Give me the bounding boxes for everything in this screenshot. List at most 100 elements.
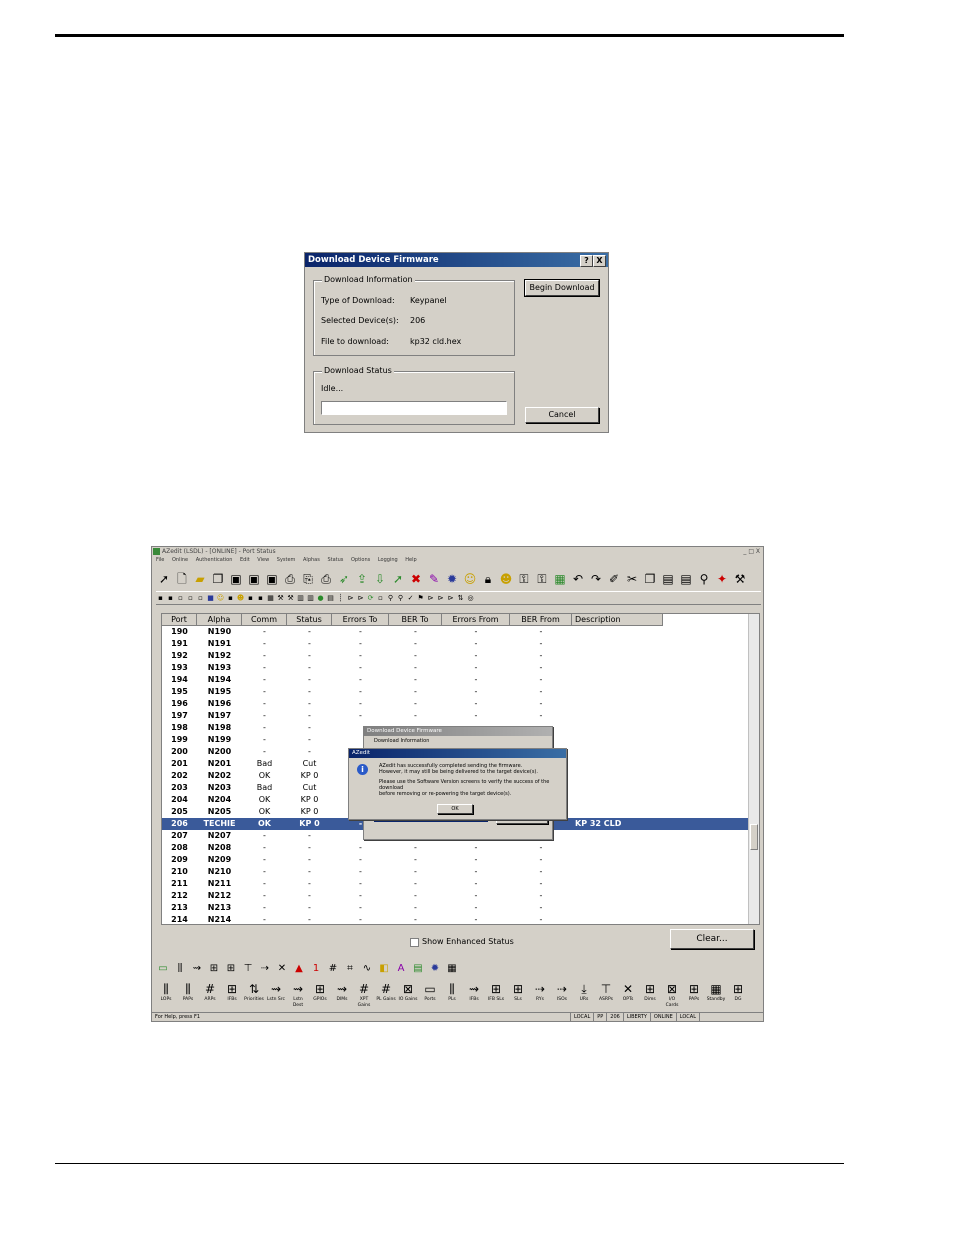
list-icon[interactable]: ▤ [326,594,335,603]
menu-system[interactable]: System [277,557,296,563]
doc-icon[interactable]: ▫ [176,594,185,603]
table-row[interactable]: 197 N197 - - - - - - [162,710,748,722]
hash-icon[interactable]: # [326,962,340,976]
table-row[interactable]: 191 N191 - - - - - - [162,638,748,650]
table-row[interactable]: 209 N209 - - - - - - [162,854,748,866]
unlock-small-icon[interactable]: ▪ [256,594,265,603]
paste-icon[interactable]: ▤ [660,571,676,587]
col-errors-from[interactable]: Errors From [442,614,510,626]
level-icon[interactable]: ⫼ [173,962,187,976]
menu-status[interactable]: Status [327,557,343,563]
nav-item[interactable]: ⇢ RYs [530,981,550,1013]
filter4-icon[interactable]: ⊳ [436,594,445,603]
lock-small-icon[interactable]: ▪ [226,594,235,603]
nav-item[interactable]: ⤓ URs [574,981,594,1013]
undo-icon[interactable]: ↶ [570,571,586,587]
view-icon[interactable]: ▫ [376,594,385,603]
find-icon[interactable]: ⚲ [696,571,712,587]
smiley-icon[interactable]: ☺ [462,571,478,587]
edit-icon[interactable]: ✎ [426,571,442,587]
menu-file[interactable]: File [156,557,164,563]
col-description[interactable]: Description [572,614,663,626]
split-icon[interactable]: ✕ [275,962,289,976]
font-icon[interactable]: A [394,962,408,976]
clear-button[interactable]: Clear... [670,929,754,949]
nav-item[interactable]: ⊞ GPIOs [310,981,330,1013]
vertical-scrollbar[interactable] [748,614,759,924]
align2-icon[interactable]: ▥ [306,594,315,603]
new-file-icon[interactable]: 🗋 [174,571,190,587]
refresh-icon[interactable]: ⟳ [366,594,375,603]
nav-item[interactable]: ⫼ PAPs [178,981,198,1013]
port-status-grid[interactable]: Port Alpha Comm Status Errors To BER To … [161,613,760,925]
nav-item[interactable]: ⇝ DIMs [332,981,352,1013]
lock2-small-icon[interactable]: ▪ [246,594,255,603]
menu-logging[interactable]: Logging [378,557,398,563]
nav-item[interactable]: ⊠ I/O Cards [662,981,682,1013]
filter2-icon[interactable]: ⊳ [356,594,365,603]
save-as-icon[interactable]: ▣ [264,571,280,587]
paste-special-icon[interactable]: ▤ [678,571,694,587]
settings-gear-icon[interactable]: ✹ [444,571,460,587]
grid-small-icon[interactable]: ▦ [266,594,275,603]
col-ber-to[interactable]: BER To [389,614,442,626]
pencil-icon[interactable]: ✐ [606,571,622,587]
info-circle-icon[interactable]: ◎ [466,594,475,603]
help-pointer-icon[interactable]: ➚ [156,571,172,587]
tools-icon[interactable]: ⚒ [732,571,748,587]
filter-icon[interactable]: ⊳ [346,594,355,603]
save-small-icon[interactable]: ▪ [156,594,165,603]
col-comm[interactable]: Comm [242,614,287,626]
table-row[interactable]: 210 N210 - - - - - - [162,866,748,878]
upload-icon[interactable]: ⇪ [354,571,370,587]
tools2-small-icon[interactable]: ⚒ [286,594,295,603]
nav-item[interactable]: ⫼ LOPs [156,981,176,1013]
security-lock-icon[interactable]: ⚿ [516,571,532,587]
one-icon[interactable]: 1 [309,962,323,976]
msg-ok-button[interactable]: OK [437,804,473,814]
close-button[interactable]: X [593,255,606,267]
unlock-icon[interactable]: ⚿ [534,571,550,587]
edit-small-icon[interactable]: ▫ [196,594,205,603]
lock-icon[interactable]: 🔒︎ [480,571,496,587]
menu-alphas[interactable]: Alphas [303,557,320,563]
save-all-icon[interactable]: ▣ [246,571,262,587]
network-icon[interactable]: ⌗ [343,962,357,976]
users-icon[interactable]: ☻ [498,571,514,587]
config-gear-icon[interactable]: ✹ [428,962,442,976]
print-icon[interactable]: ⎙ [282,571,298,587]
menu-help[interactable]: Help [405,557,416,563]
download-icon[interactable]: ⇩ [372,571,388,587]
speaker-icon[interactable]: ◧ [377,962,391,976]
report-icon[interactable]: ▤ [411,962,425,976]
align-icon[interactable]: ▥ [296,594,305,603]
firmware-icon[interactable]: ▦ [552,571,568,587]
smiley-small-icon[interactable]: ☺ [216,594,225,603]
nav-item[interactable]: ⇅ Priorities [244,981,264,1013]
table-row[interactable]: 214 N214 - - - - - - [162,914,748,924]
table-row[interactable]: 211 N211 - - - - - - [162,878,748,890]
nav-item[interactable]: ⊞ SLs [508,981,528,1013]
nav-item[interactable]: ⊞ IFBs [222,981,242,1013]
wave-icon[interactable]: ∿ [360,962,374,976]
wizard-icon[interactable]: ✦ [714,571,730,587]
table-row[interactable]: 195 N195 - - - - - - [162,686,748,698]
nav-item[interactable]: ⊞ PAPs [684,981,704,1013]
matrix-icon[interactable]: ⊞ [207,962,221,976]
open-folder-icon[interactable]: ▰ [192,571,208,587]
arrow-right-icon[interactable]: ⇢ [258,962,272,976]
cancel-button[interactable]: Cancel [525,407,599,423]
warning-icon[interactable]: ▲ [292,962,306,976]
col-status[interactable]: Status [287,614,332,626]
go-online-icon[interactable]: ➚ [390,571,406,587]
menu-authentication[interactable]: Authentication [196,557,233,563]
nav-item[interactable]: ⇝ Lstn Dest [288,981,308,1013]
redo-icon[interactable]: ↷ [588,571,604,587]
table-row[interactable]: 193 N193 - - - - - - [162,662,748,674]
cut-icon[interactable]: ✂ [624,571,640,587]
green-dot-icon[interactable]: ● [316,594,325,603]
menu-online[interactable]: Online [172,557,188,563]
table-row[interactable]: 194 N194 - - - - - - [162,674,748,686]
table-row[interactable]: 196 N196 - - - - - - [162,698,748,710]
copy2-icon[interactable]: ❐ [642,571,658,587]
